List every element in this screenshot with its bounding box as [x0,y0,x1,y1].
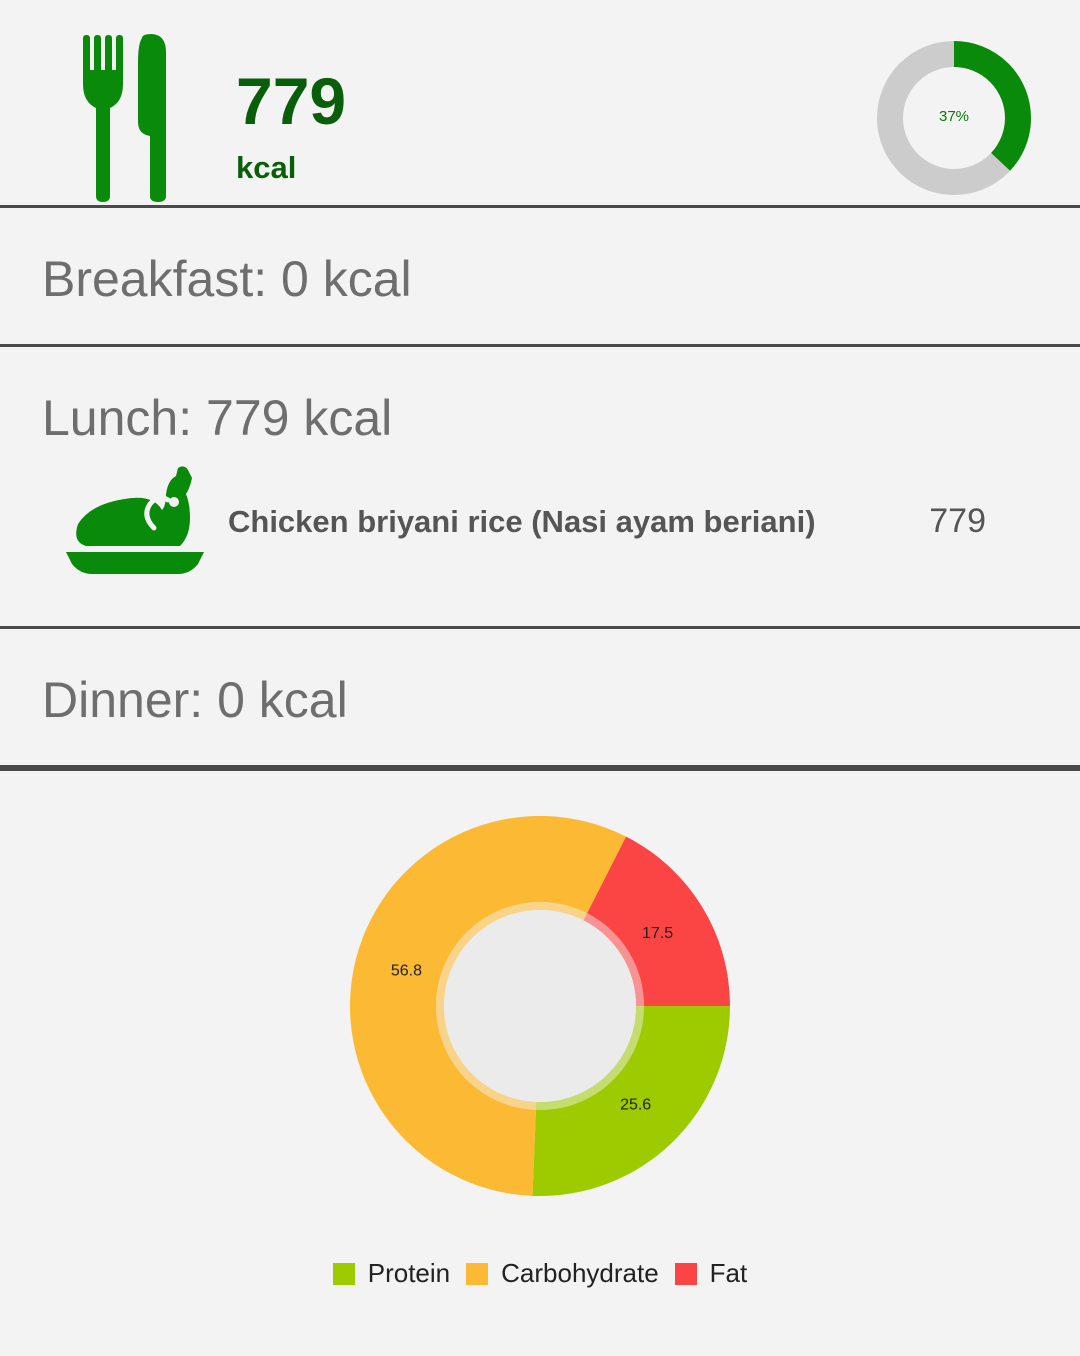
total-kcal-unit: kcal [236,150,297,185]
divider [0,626,1080,629]
divider [0,205,1080,208]
lunch-title[interactable]: Lunch: 779 kcal [42,393,392,443]
pie-value-label: 56.8 [391,962,422,979]
legend-label: Fat [709,1258,748,1288]
legend-swatch [332,1262,355,1285]
summary-header: 779 kcal 37% [0,0,1080,206]
total-kcal-value: 779 [236,64,347,138]
dinner-title[interactable]: Dinner: 0 kcal [42,675,348,725]
legend-item-fat[interactable]: Fat [674,1258,748,1289]
donut-hole [444,910,636,1102]
legend-label: Protein [367,1258,451,1288]
divider [0,344,1080,347]
legend-label: Carbohydrate [501,1258,659,1288]
breakfast-title[interactable]: Breakfast: 0 kcal [42,254,412,304]
fork-knife-icon [83,34,166,202]
pie-value-label: 25.6 [620,1097,651,1114]
legend-swatch [674,1262,697,1285]
pie-value-label: 17.5 [642,925,673,942]
roast-chicken-icon [66,466,204,574]
divider [0,765,1080,771]
legend-item-carbohydrate[interactable]: Carbohydrate [466,1258,659,1289]
macros-donut-chart: 25.6 56.8 17.5 [350,816,730,1196]
food-item-name: Chicken briyani rice (Nasi ayam beriani) [228,504,816,539]
legend-swatch [466,1262,489,1285]
chart-legend: Protein Carbohydrate Fat [0,1258,1080,1289]
goal-progress-label: 37% [938,108,970,125]
legend-item-protein[interactable]: Protein [332,1258,451,1289]
food-item-kcal: 779 [929,502,986,540]
